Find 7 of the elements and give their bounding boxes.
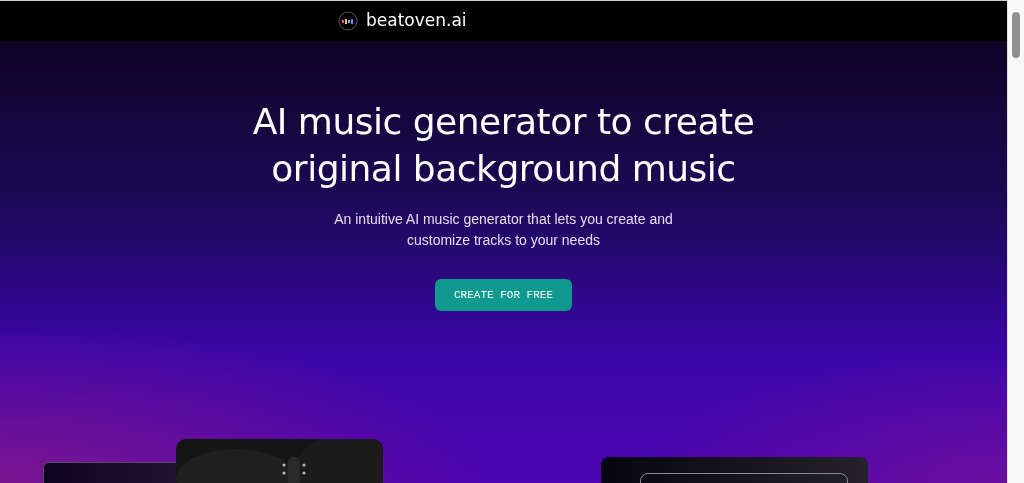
- hero-title: AI music generator to create original background music: [251, 100, 756, 191]
- hero-subtitle: An intuitive AI music generator that lets you create and customize tracks to your needs: [333, 209, 674, 250]
- scrollbar-thumb[interactable]: [1012, 12, 1020, 58]
- create-button[interactable]: CREATE FOR FREE: [435, 278, 572, 312]
- brand-name[interactable]: beatoven.ai: [366, 8, 467, 34]
- logo-icon[interactable]: [338, 11, 358, 31]
- scrollbar[interactable]: [1007, 0, 1024, 483]
